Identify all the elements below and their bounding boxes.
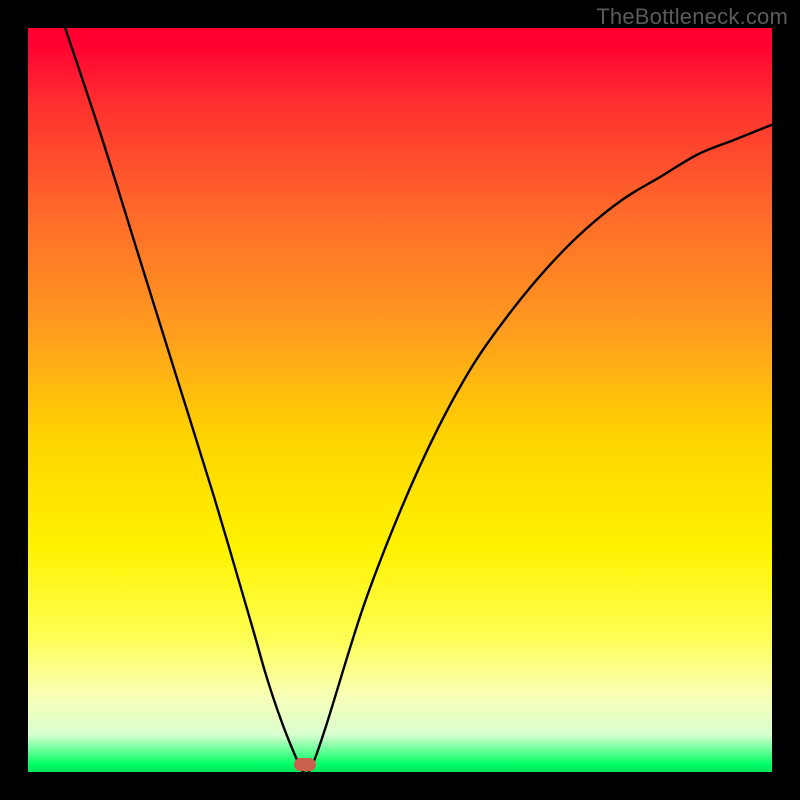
chart-frame: TheBottleneck.com xyxy=(0,0,800,800)
curve-svg xyxy=(28,28,772,772)
plot-area xyxy=(28,28,772,772)
data-curve xyxy=(65,28,772,772)
min-point-marker xyxy=(294,758,316,771)
watermark-text: TheBottleneck.com xyxy=(596,4,788,30)
